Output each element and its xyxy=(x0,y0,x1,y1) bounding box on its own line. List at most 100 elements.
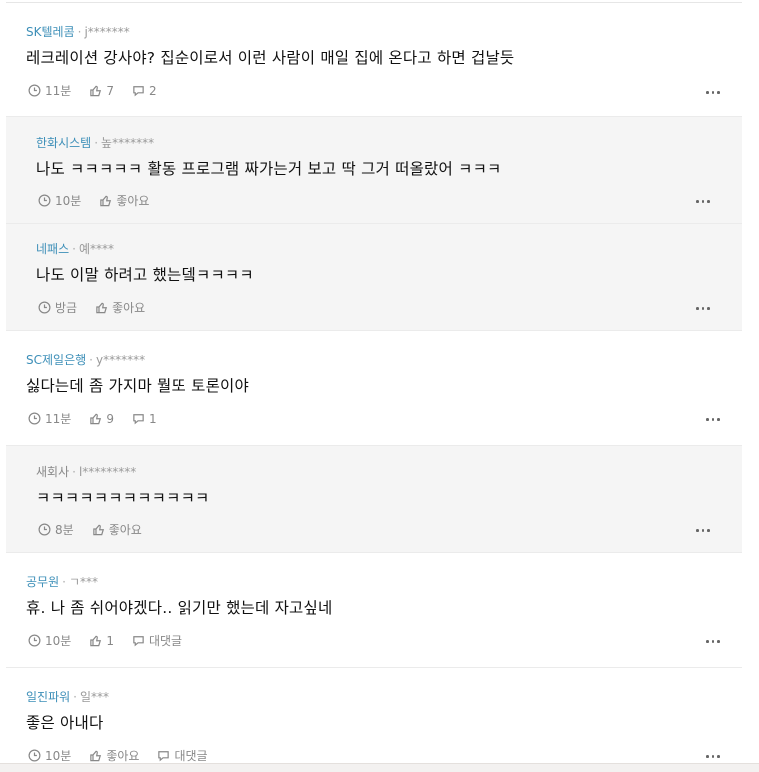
time-label: 10분 xyxy=(45,634,72,648)
username: y******* xyxy=(96,353,146,367)
time-stamp: 11분 xyxy=(28,82,71,99)
time-label: 8분 xyxy=(55,523,74,537)
username: j******* xyxy=(84,25,130,39)
like-button[interactable]: 좋아요 xyxy=(89,747,139,764)
comment-text: 휴. 나 좀 쉬어야겠다.. 읽기만 했는데 자고싶네 xyxy=(26,599,333,617)
company-name[interactable]: 한화시스템 xyxy=(36,136,91,150)
like-button[interactable]: 7 xyxy=(89,84,114,98)
comment-item: 공무원 · ㄱ*** 휴. 나 좀 쉬어야겠다.. 읽기만 했는데 자고싶네 10분… xyxy=(6,553,742,668)
speech-bubble-icon xyxy=(133,414,144,425)
like-button[interactable]: 9 xyxy=(89,412,114,426)
comment-meta: 네패스 · 예**** xyxy=(36,240,114,257)
reply-label: 대댓글 xyxy=(148,634,183,648)
comment-meta: 새회사 · l********* xyxy=(36,463,136,480)
more-dots-icon[interactable] xyxy=(696,200,710,204)
thumbs-up-icon xyxy=(90,750,102,762)
meta-separator: · xyxy=(89,353,93,367)
comment-actions: 10분 1 대댓글 xyxy=(28,632,200,649)
company-name[interactable]: 네패스 xyxy=(36,242,69,256)
meta-separator: · xyxy=(77,25,82,39)
like-button[interactable]: 좋아요 xyxy=(95,299,145,316)
comment-item: SK텔레콤 · j******* 레크레이션 강사야? 집순이로서 이런 사람이 매… xyxy=(6,3,742,117)
time-label: 방금 xyxy=(55,301,78,315)
thumbs-up-icon xyxy=(90,85,102,97)
thumbs-up-icon xyxy=(100,195,112,207)
comment-text: 레크레이션 강사야? 집순이로서 이런 사람이 매일 집에 온다고 하면 겁날듯 xyxy=(26,49,515,67)
speech-bubble-icon xyxy=(133,636,144,647)
username: 높******* xyxy=(101,136,155,150)
reply-button[interactable]: 2 xyxy=(132,84,157,98)
clock-icon xyxy=(28,84,41,97)
clock-icon xyxy=(28,749,41,762)
comment-text: 싫다는데 좀 가지마 뭘또 토론이야 xyxy=(26,377,249,395)
comment-actions: 방금 좋아요 xyxy=(38,299,163,316)
time-stamp: 방금 xyxy=(38,299,77,316)
like-count: 9 xyxy=(106,411,114,426)
clock-icon xyxy=(28,412,41,425)
clock-icon xyxy=(38,194,51,207)
speech-bubble-icon xyxy=(158,751,170,762)
bottom-edge xyxy=(0,763,759,772)
like-count: 좋아요 xyxy=(106,749,140,763)
time-stamp: 8분 xyxy=(38,521,74,538)
like-count: 좋아요 xyxy=(116,194,150,208)
comment-text: ㅋㅋㅋㅋㅋㅋㅋㅋㅋㅋㅋㅋ xyxy=(36,489,210,507)
more-dots-icon[interactable] xyxy=(696,307,710,311)
comment-meta: 한화시스템 · 높******* xyxy=(36,134,154,151)
meta-separator: · xyxy=(73,690,77,704)
more-dots-icon[interactable] xyxy=(696,529,710,533)
company-name[interactable]: SC제일은행 xyxy=(26,353,86,367)
username: l********* xyxy=(78,465,137,479)
speech-bubble-icon xyxy=(133,86,144,97)
comment-text: 좋은 아내다 xyxy=(26,714,104,732)
comment-text: 나도 ㅋㅋㅋㅋㅋ 활동 프로그램 짜가는거 보고 딱 그거 떠올랐어 ㅋㅋㅋ xyxy=(36,160,502,178)
reply-button[interactable]: 대댓글 xyxy=(157,747,208,764)
meta-separator: · xyxy=(94,136,99,150)
like-count: 좋아요 xyxy=(108,523,142,537)
more-dots-icon[interactable] xyxy=(706,91,720,95)
comment-actions: 10분 좋아요 대댓글 xyxy=(28,747,226,764)
company-name[interactable]: 공무원 xyxy=(26,575,59,589)
meta-separator: · xyxy=(72,465,76,479)
reply-count: 1 xyxy=(148,411,157,426)
like-button[interactable]: 좋아요 xyxy=(99,192,149,209)
meta-separator: · xyxy=(62,575,66,589)
like-count: 1 xyxy=(106,633,114,648)
comment-meta: 일진파워 · 일*** xyxy=(26,688,109,705)
comment-actions: 10분 좋아요 xyxy=(38,192,167,209)
clock-icon xyxy=(38,523,51,536)
time-stamp: 10분 xyxy=(28,747,71,764)
more-dots-icon[interactable] xyxy=(706,755,720,759)
reply-item: 새회사 · l********* ㅋㅋㅋㅋㅋㅋㅋㅋㅋㅋㅋㅋ 8분 좋아요 xyxy=(6,446,742,553)
comment-meta: SK텔레콤 · j******* xyxy=(26,23,130,40)
company-name[interactable]: 새회사 xyxy=(36,465,69,479)
reply-button[interactable]: 대댓글 xyxy=(132,632,182,649)
comment-item: SC제일은행 · y******* 싫다는데 좀 가지마 뭘또 토론이야 11분 9… xyxy=(6,331,742,446)
reply-button[interactable]: 1 xyxy=(132,412,157,426)
like-count: 7 xyxy=(106,83,114,98)
time-stamp: 10분 xyxy=(38,192,81,209)
more-dots-icon[interactable] xyxy=(706,640,720,644)
like-button[interactable]: 1 xyxy=(89,634,114,648)
reply-item: 네패스 · 예**** 나도 이말 하려고 했는뎈ㅋㅋㅋㅋ 방금 좋아요 xyxy=(6,224,742,331)
reply-label: 대댓글 xyxy=(174,749,208,763)
company-name[interactable]: 일진파워 xyxy=(26,690,70,704)
like-button[interactable]: 좋아요 xyxy=(92,521,142,538)
clock-icon xyxy=(28,634,41,647)
thumbs-up-icon xyxy=(92,524,104,536)
comment-actions: 11분 9 1 xyxy=(28,410,175,427)
time-label: 11분 xyxy=(45,84,72,98)
company-name[interactable]: SK텔레콤 xyxy=(26,25,75,39)
thumbs-up-icon xyxy=(90,413,102,425)
time-label: 10분 xyxy=(55,194,82,208)
comment-text: 나도 이말 하려고 했는뎈ㅋㅋㅋㅋ xyxy=(36,266,254,284)
thumbs-up-icon xyxy=(96,302,108,314)
comment-actions: 11분 7 2 xyxy=(28,82,175,99)
comment-meta: SC제일은행 · y******* xyxy=(26,351,145,368)
more-dots-icon[interactable] xyxy=(706,418,720,422)
comment-item: 일진파워 · 일*** 좋은 아내다 10분 좋아요 대댓글 xyxy=(6,668,742,763)
like-count: 좋아요 xyxy=(112,301,146,315)
reply-item: 한화시스템 · 높******* 나도 ㅋㅋㅋㅋㅋ 활동 프로그램 짜가는거 보고 … xyxy=(6,117,742,224)
time-label: 11분 xyxy=(45,412,72,426)
username: 예**** xyxy=(78,242,114,256)
